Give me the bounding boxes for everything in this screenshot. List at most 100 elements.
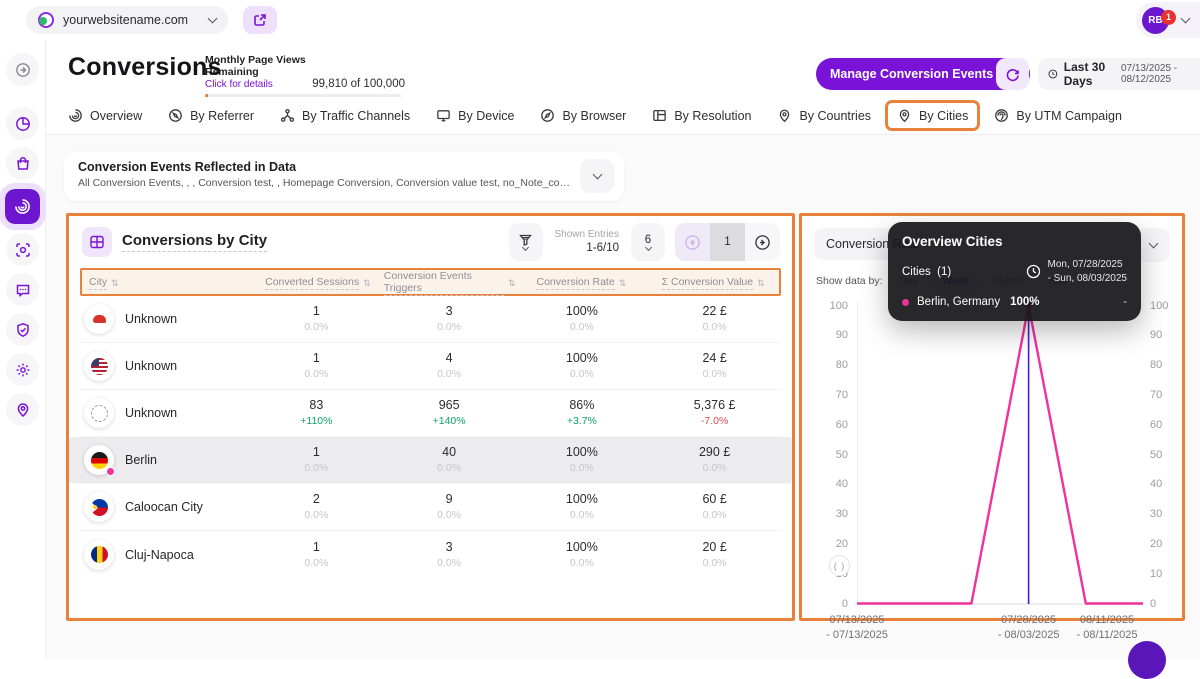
sort-icon: ⇅ [111, 278, 119, 289]
sidebar-item-settings[interactable] [6, 353, 39, 386]
metric-cell: 100%0.0% [516, 302, 649, 335]
floating-action-button[interactable] [1128, 641, 1166, 679]
table-panel-header: Conversions by City Shown Entries 1-6/10… [69, 216, 792, 268]
metric-cell: 60 £0.0% [648, 490, 781, 523]
metric-delta: 0.0% [648, 461, 781, 476]
metric-cell: 400.0% [383, 443, 516, 476]
city-cell: Cluj-Napoca [80, 540, 250, 570]
column-label: Converted Sessions [265, 276, 359, 290]
tab-by-countries[interactable]: By Countries [777, 108, 871, 123]
table-row-berlin[interactable]: Berlin10.0%400.0%100%0.0%290 £0.0% [69, 437, 792, 484]
tooltip-group: Cities (1) [902, 266, 951, 278]
arrow-left-circle-icon [684, 234, 701, 251]
pie-chart-icon [15, 116, 31, 132]
visitor-focus-icon [15, 242, 31, 258]
tab-label: By Cities [919, 109, 968, 123]
tab-by-traffic-channels[interactable]: By Traffic Channels [280, 108, 410, 123]
chevron-down-icon [208, 14, 218, 24]
clock-icon [1026, 264, 1041, 279]
sort-icon: ⇅ [757, 278, 765, 289]
tab-by-utm-campaign[interactable]: By UTM Campaign [994, 108, 1122, 123]
sidebar-item-visitors[interactable] [6, 233, 39, 266]
clock-icon [1048, 67, 1058, 81]
sidebar-item-ecommerce[interactable] [6, 147, 39, 180]
table-row-unknown[interactable]: Unknown83+110%965+140%86%+3.7%5,376 £-7.… [80, 390, 781, 437]
external-link-icon [253, 13, 267, 27]
table-row-unknown[interactable]: Unknown10.0%40.0%100%0.0%24 £0.0% [80, 343, 781, 390]
open-website-button[interactable] [243, 6, 277, 34]
refresh-button[interactable] [996, 58, 1029, 90]
metric-cell: 10.0% [250, 349, 383, 382]
metric-value: 1 [250, 302, 383, 320]
sidebar-item-locations[interactable] [6, 393, 39, 426]
column-header-converted-sessions[interactable]: Converted Sessions⇅ [252, 276, 384, 290]
tab-by-cities[interactable]: By Cities [885, 100, 980, 131]
website-selector[interactable]: yourwebsitename.com [26, 6, 228, 34]
arrow-right-circle-icon [754, 234, 771, 251]
metric-value: 3 [383, 302, 516, 320]
date-range-selector[interactable]: Last 30 Days 07/13/2025 - 08/12/2025 [1038, 58, 1200, 90]
tab-by-browser[interactable]: By Browser [540, 108, 626, 123]
report-tabs: Overview By Referrer By Traffic Channels By… [46, 97, 1200, 135]
table-row-cluj-napoca[interactable]: Cluj-Napoca10.0%30.0%100%0.0%20 £0.0% [80, 531, 781, 578]
date-preset: Last 30 Days [1064, 60, 1115, 88]
unknown-flag-icon [91, 405, 108, 422]
website-globe-icon [38, 12, 54, 28]
y-tick-label: 60 [814, 419, 848, 431]
tooltip-group-count: (1) [937, 266, 951, 278]
y-tick-label: 70 [814, 389, 848, 401]
metric-delta: 0.0% [383, 320, 516, 335]
events-summary-expand-button[interactable] [580, 159, 614, 193]
chart-plot-area[interactable] [857, 302, 1143, 605]
flag-chip [84, 304, 114, 334]
city-cell: Unknown [80, 398, 250, 428]
y-tick-label: 80 [814, 359, 848, 371]
tab-overview[interactable]: Overview [68, 108, 142, 123]
tab-by-device[interactable]: By Device [436, 108, 514, 123]
y-tick-label: 10 [1150, 568, 1184, 580]
account-menu[interactable]: RB 1 [1136, 2, 1200, 38]
table-row-unknown[interactable]: Unknown10.0%30.0%100%0.0%22 £0.0% [80, 296, 781, 343]
city-name: Unknown [125, 406, 177, 420]
metric-delta: -7.0% [648, 414, 781, 429]
sidebar-collapse-button[interactable] [6, 53, 39, 86]
tab-by-referrer[interactable]: By Referrer [168, 108, 254, 123]
column-header-city[interactable]: City⇅ [82, 276, 252, 290]
map-pin-icon [897, 108, 912, 123]
metric-delta: +3.7% [516, 414, 649, 429]
tab-label: By Traffic Channels [302, 109, 410, 123]
table-row-caloocan-city[interactable]: Caloocan City20.0%90.0%100%0.0%60 £0.0% [80, 484, 781, 531]
tab-by-resolution[interactable]: By Resolution [652, 108, 751, 123]
sidebar-item-dashboard[interactable] [6, 107, 39, 140]
y-tick-label: 20 [1150, 538, 1184, 550]
table-filter-button[interactable] [509, 223, 543, 261]
page-size-selector[interactable]: 6 [631, 223, 665, 261]
next-page-button[interactable] [745, 223, 780, 261]
metric-value: 9 [383, 490, 516, 508]
events-summary-list: All Conversion Events, , , Conversion te… [78, 177, 570, 189]
metric-cell: 90.0% [383, 490, 516, 523]
line-chart[interactable]: 1009080706050403020100 10090807060504030… [802, 302, 1182, 618]
tab-label: By Device [458, 109, 514, 123]
metric-cell: 20 £0.0% [648, 538, 781, 571]
column-header--conversion-value[interactable]: Σ Conversion Value⇅ [647, 276, 779, 290]
y-tick-label: 90 [1150, 329, 1184, 341]
column-header-conversion-events-triggers[interactable]: Conversion Events Triggers⇅ [384, 270, 516, 296]
panel-resize-handle[interactable]: ( ) [829, 555, 850, 576]
sidebar-item-privacy[interactable] [6, 313, 39, 346]
metric-cell: 30.0% [383, 302, 516, 335]
sidebar-item-feedback[interactable] [6, 273, 39, 306]
metric-value: 1 [250, 538, 383, 556]
sidebar-item-conversions[interactable] [5, 189, 40, 224]
collapse-icon [15, 62, 31, 78]
quota-details-link[interactable]: Click for details [205, 79, 306, 90]
previous-page-button[interactable] [675, 223, 710, 261]
tooltip-date-line2: - Sun, 08/03/2025 [1047, 273, 1127, 284]
conversion-events-summary-card: Conversion Events Reflected in Data All … [64, 152, 624, 201]
chart-panel-expand-button[interactable] [1136, 228, 1170, 262]
metric-delta: 0.0% [648, 320, 781, 335]
city-cell: Unknown [80, 351, 250, 381]
column-header-conversion-rate[interactable]: Conversion Rate⇅ [516, 276, 648, 290]
shield-check-icon [15, 322, 31, 338]
metric-value: 2 [250, 490, 383, 508]
